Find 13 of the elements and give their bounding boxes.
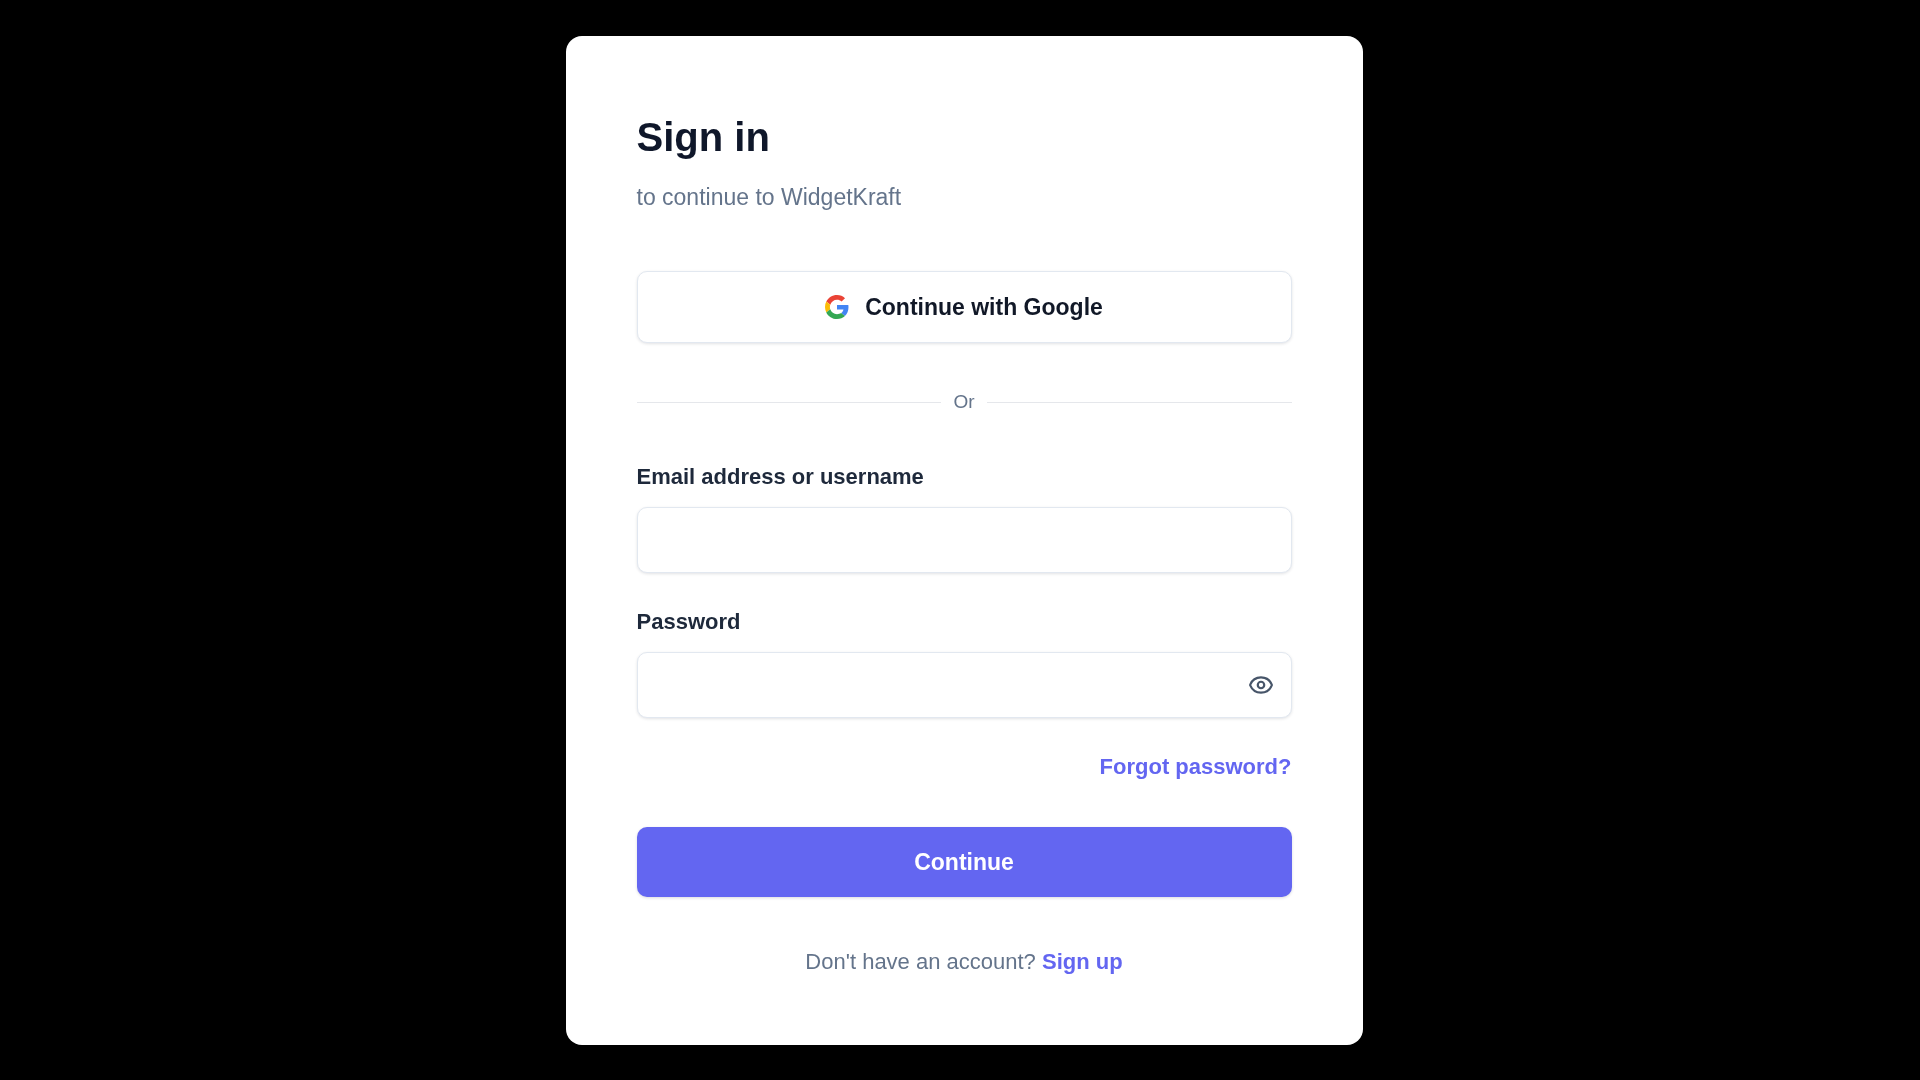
google-logo-icon [825, 295, 850, 319]
page-subtitle: to continue to WidgetKraft [636, 183, 903, 212]
continue-button[interactable]: Continue [636, 827, 1292, 897]
field-label: Email address or username [636, 463, 925, 491]
divider-label: Or [953, 390, 975, 414]
forgot-password-link[interactable]: Forgot password? [1099, 752, 1292, 782]
field-label: Password [636, 608, 742, 636]
google-sign-in-button[interactable]: Continue with Google [636, 271, 1292, 343]
sign-up-link[interactable]: Sign up [1041, 949, 1123, 974]
sign-up-prompt: Don't have an account? Sign up [804, 948, 1124, 976]
page-title: Sign in [636, 114, 771, 161]
password-field[interactable] [636, 652, 1292, 718]
email-field[interactable] [636, 507, 1292, 573]
